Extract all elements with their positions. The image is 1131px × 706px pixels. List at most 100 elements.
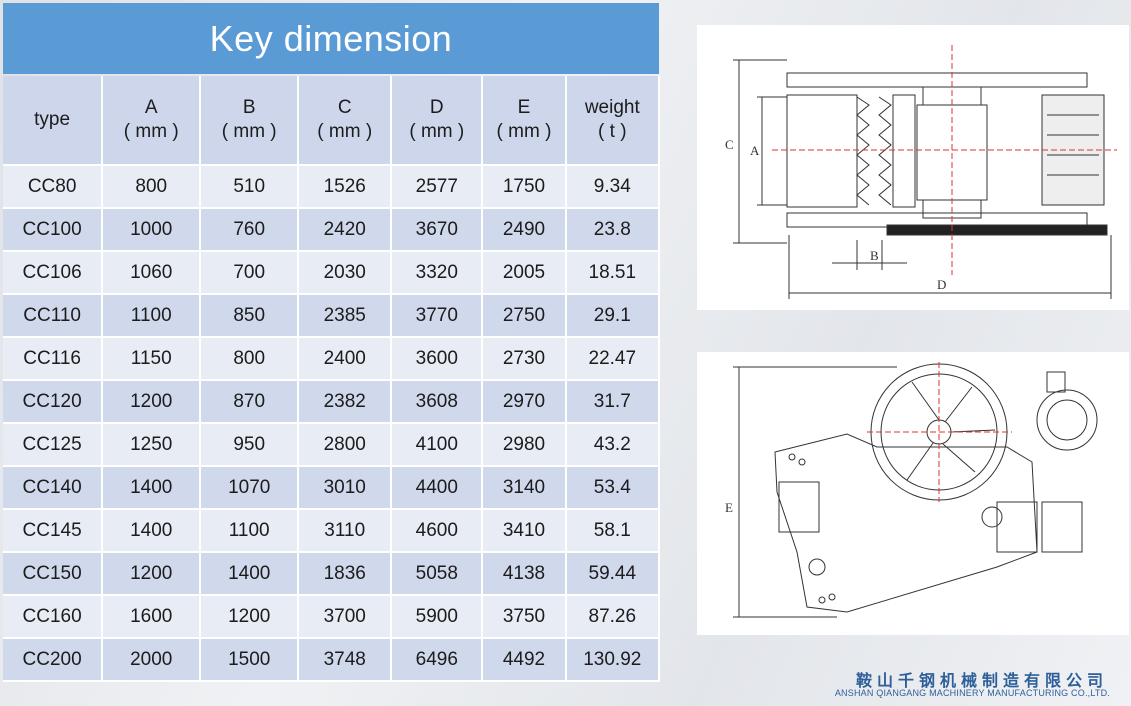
table-cell: 2490 — [483, 209, 567, 252]
table-cell: 1150 — [103, 338, 202, 381]
table-cell: CC106 — [3, 252, 104, 295]
table-cell: 2730 — [483, 338, 567, 381]
table-cell: 4100 — [392, 424, 484, 467]
header-type: type — [3, 76, 104, 166]
table-cell: 22.47 — [566, 338, 660, 381]
dim-e-label: E — [725, 500, 733, 515]
top-rail — [786, 72, 1088, 88]
table-cell: 2400 — [299, 338, 393, 381]
table-cell: 1200 — [103, 381, 202, 424]
table-cell: 3750 — [483, 596, 567, 639]
table-row: CC120 1200 870 2382 3608 2970 31.7 — [3, 381, 660, 424]
table-cell: 1400 — [103, 467, 202, 510]
table-cell: 510 — [201, 166, 300, 209]
table-cell: 2005 — [483, 252, 567, 295]
table-cell: 2030 — [299, 252, 393, 295]
right-mount-2 — [1041, 501, 1083, 553]
table-cell: CC145 — [3, 510, 104, 553]
table-cell: 2000 — [103, 639, 202, 682]
table-cell: 6496 — [392, 639, 484, 682]
table-cell: 5058 — [392, 553, 484, 596]
table-cell: 1060 — [103, 252, 202, 295]
table-cell: 850 — [201, 295, 300, 338]
table-cell: 3670 — [392, 209, 484, 252]
table-cell: 1836 — [299, 553, 393, 596]
table-cell: 1500 — [201, 639, 300, 682]
table-row: CC150 1200 1400 1836 5058 4138 59.44 — [3, 553, 660, 596]
table-row: CC160 1600 1200 3700 5900 3750 87.26 — [3, 596, 660, 639]
table-cell: 23.8 — [566, 209, 660, 252]
table-cell: 950 — [201, 424, 300, 467]
table-cell: 18.51 — [566, 252, 660, 295]
table-cell: 3110 — [299, 510, 393, 553]
table-cell: 3600 — [392, 338, 484, 381]
table-cell: 130.92 — [566, 639, 660, 682]
header-d: D( mm ) — [392, 76, 484, 166]
drive-belt — [886, 224, 1108, 236]
table-row: CC106 1060 700 2030 3320 2005 18.51 — [3, 252, 660, 295]
table-cell: 1200 — [201, 596, 300, 639]
page-title: Key dimension — [3, 3, 659, 74]
table-cell: 59.44 — [566, 553, 660, 596]
table-cell: CC200 — [3, 639, 104, 682]
company-name-english: ANSHAN QIANGANG MACHINERY MANUFACTURING … — [834, 688, 1110, 698]
table-cell: 58.1 — [566, 510, 660, 553]
table-cell: 4492 — [483, 639, 567, 682]
table-cell: 3320 — [392, 252, 484, 295]
table-cell: 1600 — [103, 596, 202, 639]
table-cell: 3608 — [392, 381, 484, 424]
table-cell: 9.34 — [566, 166, 660, 209]
side-view-drawing: E — [697, 352, 1129, 635]
table-cell: 1400 — [103, 510, 202, 553]
table-row: CC200 2000 1500 3748 6496 4492 130.92 — [3, 639, 660, 682]
table-cell: 2420 — [299, 209, 393, 252]
table-row: CC145 1400 1100 3110 4600 3410 58.1 — [3, 510, 660, 553]
table-cell: 4400 — [392, 467, 484, 510]
table-cell: 43.2 — [566, 424, 660, 467]
table-cell: CC120 — [3, 381, 104, 424]
table-cell: 3010 — [299, 467, 393, 510]
dim-c-label: C — [725, 137, 734, 152]
table-cell: 1200 — [103, 553, 202, 596]
table-cell: 87.26 — [566, 596, 660, 639]
table-cell: CC160 — [3, 596, 104, 639]
table-cell: 31.7 — [566, 381, 660, 424]
swing-jaw — [892, 94, 916, 208]
table-cell: 2800 — [299, 424, 393, 467]
table-header-row: type A( mm ) B( mm ) C( mm ) D( mm ) E( … — [3, 76, 660, 166]
table-cell: 2980 — [483, 424, 567, 467]
header-c: C( mm ) — [299, 76, 393, 166]
table-row: CC80 800 510 1526 2577 1750 9.34 — [3, 166, 660, 209]
table-cell: 1100 — [201, 510, 300, 553]
table-cell: 3410 — [483, 510, 567, 553]
dim-b-label: B — [870, 248, 879, 263]
motor-end — [1036, 389, 1098, 451]
table-row: CC116 1150 800 2400 3600 2730 22.47 — [3, 338, 660, 381]
table-row: CC100 1000 760 2420 3670 2490 23.8 — [3, 209, 660, 252]
table-cell: 2382 — [299, 381, 393, 424]
jaw-teeth-left — [856, 96, 870, 206]
dim-d-label: D — [937, 277, 946, 292]
table-cell: 1526 — [299, 166, 393, 209]
table-cell: 2385 — [299, 295, 393, 338]
table-cell: 4138 — [483, 553, 567, 596]
table-cell: 3770 — [392, 295, 484, 338]
table-cell: 1100 — [103, 295, 202, 338]
dim-a-label: A — [750, 143, 760, 158]
table-cell: 5900 — [392, 596, 484, 639]
table-cell: 870 — [201, 381, 300, 424]
fixed-jaw — [786, 94, 858, 208]
table-cell: CC150 — [3, 553, 104, 596]
table-cell: CC80 — [3, 166, 104, 209]
table-row: CC140 1400 1070 3010 4400 3140 53.4 — [3, 467, 660, 510]
table-cell: 800 — [103, 166, 202, 209]
table-cell: 1000 — [103, 209, 202, 252]
table-cell: 3140 — [483, 467, 567, 510]
dimension-table: type A( mm ) B( mm ) C( mm ) D( mm ) E( … — [3, 76, 660, 682]
table-cell: CC110 — [3, 295, 104, 338]
jaw-teeth-right — [878, 96, 892, 206]
table-cell: 4600 — [392, 510, 484, 553]
table-cell: 2577 — [392, 166, 484, 209]
table-cell: CC125 — [3, 424, 104, 467]
table-cell: 3700 — [299, 596, 393, 639]
